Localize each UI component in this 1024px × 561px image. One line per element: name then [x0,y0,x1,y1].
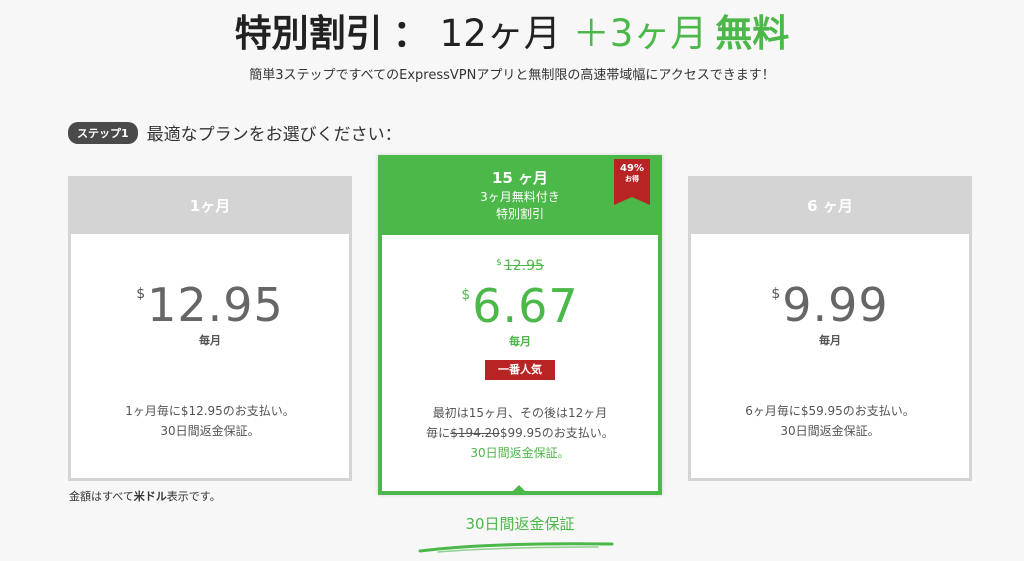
headline-main: 特別割引 [234,12,383,55]
price-row: $9.99 [691,278,969,332]
old-currency-symbol: $ [496,258,502,268]
discount-ribbon: 49% お得 [614,159,650,205]
per-month-label: 毎月 [509,335,531,348]
footnote-suffix: 表示です。 [166,490,221,503]
guarantee-text: 30日間返金保証。 [780,424,880,438]
money-back-guarantee: 30日間返金保証 [465,515,575,533]
footnote-currency: 米ドル [133,490,167,503]
page-headline: 特別割引： 12ヶ月 ＋3ヶ月 無料 [0,8,1024,60]
price-amount: 12.95 [147,278,284,332]
plan-header-special: 特別割引 [495,207,544,221]
billing-text-line1: 最初は15ヶ月、その後は12ヶ月 [432,406,608,420]
discount-percent: 49% [620,163,644,174]
headline-free: 無料 [715,12,790,55]
old-price-amount: 12.95 [503,258,544,274]
plan-card-6-month[interactable]: 6 ヶ月 $9.99 毎月 6ヶ月毎に$59.95のお支払い。 30日間返金保証… [688,176,972,481]
price-amount: 6.67 [472,279,579,333]
price-amount: 9.99 [782,278,889,332]
step-title: 最適なプランをお選びください： [146,125,402,145]
billing-text: 1ヶ月毎に$12.95のお支払い。 [125,404,295,418]
plan-header-6-month: 6 ヶ月 [691,179,969,234]
brush-underline-icon [418,542,614,553]
plan-card-15-month[interactable]: 15 ヶ月 3ヶ月無料付き 特別割引 49% お得 $12.95 $6.67 毎… [378,155,662,495]
currency-symbol: $ [461,287,471,303]
selected-notch [509,485,529,495]
currency-footnote: 金額はすべて米ドル表示です。 [69,488,221,504]
plan-description: 最初は15ヶ月、その後は12ヶ月 毎に$194.20$99.95のお支払い。 3… [382,403,658,463]
headline-months: 12ヶ月 [439,12,561,55]
step-row: ステップ1 最適なプランをお選びください： [68,120,402,145]
plan-description: 6ヶ月毎に$59.95のお支払い。 30日間返金保証。 [691,401,969,441]
billing-prefix: 毎に [426,426,451,440]
guarantee-text: 30日間返金保証。 [160,424,260,438]
currency-symbol: $ [136,286,146,302]
headline-plus: ＋3ヶ月 [572,12,708,55]
plan-card-1-month[interactable]: 1ヶ月 $12.95 毎月 1ヶ月毎に$12.95のお支払い。 30日間返金保証… [68,176,352,481]
price-row: $6.67 [382,279,658,333]
most-popular-badge: 一番人気 [485,360,555,380]
guarantee-text: 30日間返金保証。 [470,446,570,460]
price-row: $12.95 [71,278,349,332]
currency-symbol: $ [771,286,781,302]
plan-header-1-month: 1ヶ月 [71,179,349,234]
billing-old-total: $194.20 [450,426,500,440]
old-price: $12.95 [382,258,658,274]
headline-colon: ： [392,12,430,55]
subheadline: 簡単3ステップですべてのExpressVPNアプリと無制限の高速帯域幅にアクセス… [249,68,775,83]
per-month-label: 毎月 [199,334,221,347]
billing-text: 6ヶ月毎に$59.95のお支払い。 [745,404,915,418]
billing-new-total: $99.95のお支払い。 [499,426,614,440]
step-badge: ステップ1 [68,121,138,144]
per-month-label: 毎月 [819,334,841,347]
discount-label: お得 [625,175,639,183]
plan-description: 1ヶ月毎に$12.95のお支払い。 30日間返金保証。 [71,401,349,441]
footnote-prefix: 金額はすべて [69,490,134,503]
billing-text-line2: 毎に$194.20$99.95のお支払い。 [382,423,658,443]
